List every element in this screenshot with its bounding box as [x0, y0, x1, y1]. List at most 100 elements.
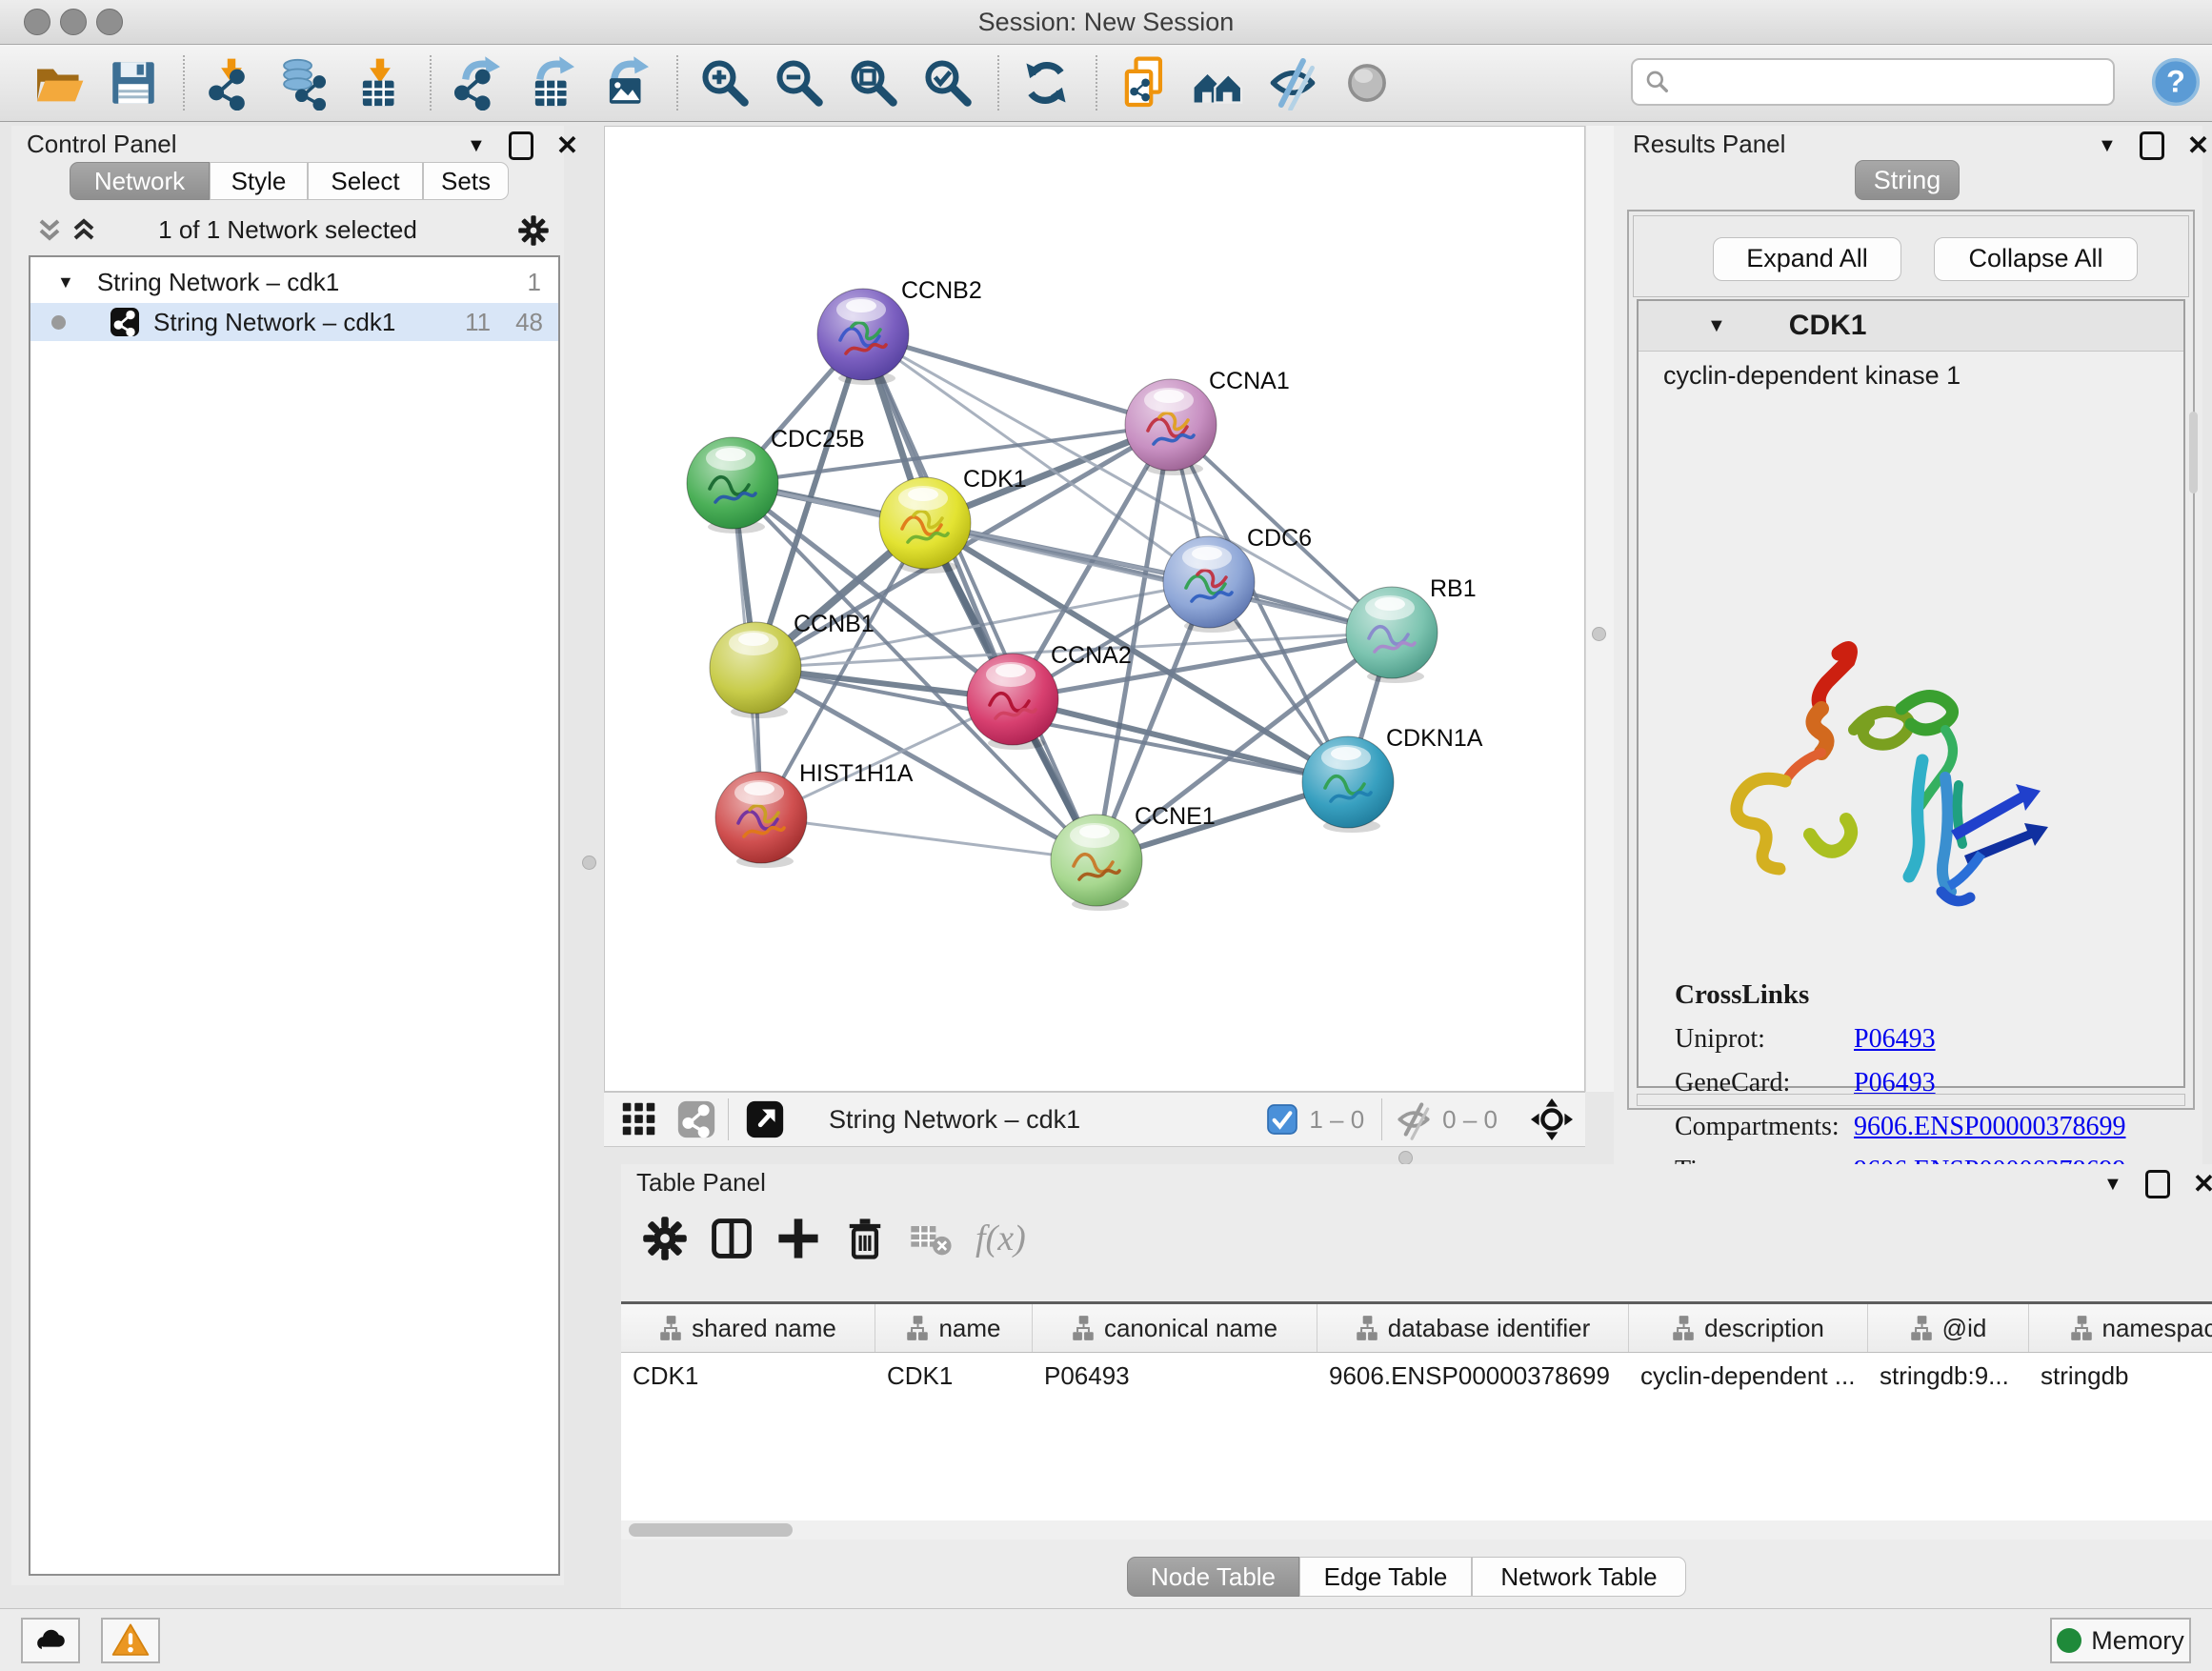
zoom-selected-icon[interactable] — [917, 52, 978, 113]
options-gear-icon[interactable] — [516, 213, 551, 248]
tab-edge-table[interactable]: Edge Table — [1299, 1557, 1472, 1597]
column-header--id[interactable]: @id — [1868, 1304, 2029, 1352]
panel-collapse-icon[interactable]: ▼ — [467, 135, 486, 157]
node-CCNA2[interactable]: CCNA2 — [967, 642, 1132, 750]
node-CDC6[interactable]: CDC6 — [1163, 525, 1312, 633]
toolbar-separator — [183, 55, 186, 111]
cell-shared-name[interactable]: CDK1 — [621, 1361, 875, 1391]
table-gear-icon[interactable] — [640, 1214, 690, 1263]
network-canvas[interactable]: CCNB2CCNA1CDC25BCDK1CDC6RB1CCNB1CCNA2CDK… — [604, 126, 1585, 1092]
panel-collapse-icon[interactable]: ▼ — [2098, 135, 2117, 157]
panel-close-icon[interactable]: ✕ — [2187, 134, 2209, 157]
node-HIST1H1A[interactable]: HIST1H1A — [715, 760, 914, 868]
warning-button[interactable] — [101, 1618, 160, 1663]
tab-string[interactable]: String — [1855, 160, 1960, 200]
panel-close-icon[interactable]: ✕ — [2193, 1173, 2212, 1196]
scrollbar-thumb[interactable] — [629, 1523, 793, 1537]
tab-sets[interactable]: Sets — [423, 162, 509, 200]
panel-float-icon[interactable] — [2145, 1170, 2170, 1198]
add-column-icon[interactable] — [774, 1214, 823, 1263]
collapse-all-button[interactable]: Collapse All — [1934, 237, 2138, 281]
export-image-icon[interactable] — [596, 52, 657, 113]
import-network-file-icon[interactable] — [201, 52, 262, 113]
tree-expand-icon[interactable]: ▼ — [57, 272, 74, 292]
panel-collapse-icon[interactable]: ▼ — [2103, 1174, 2122, 1196]
splitter-handle[interactable] — [1398, 1151, 1413, 1165]
expand-all-button[interactable]: Expand All — [1713, 237, 1901, 281]
export-table-icon[interactable] — [522, 52, 583, 113]
delete-column-icon[interactable] — [840, 1214, 890, 1263]
gray-ball-icon[interactable] — [1337, 52, 1398, 113]
node-CCNB1[interactable]: CCNB1 — [710, 611, 875, 718]
tab-select[interactable]: Select — [308, 162, 423, 200]
control-panel-title: Control Panel — [27, 130, 177, 159]
column-header-description[interactable]: description — [1629, 1304, 1868, 1352]
table-hscrollbar[interactable] — [621, 1520, 2212, 1540]
crosshair-icon[interactable] — [1530, 1097, 1574, 1141]
crosslink-link[interactable]: P06493 — [1854, 1024, 1936, 1055]
crosslink-link[interactable]: 9606.ENSP00000378699 — [1854, 1112, 2125, 1142]
toolbar-separator — [430, 55, 432, 111]
column-header-database-identifier[interactable]: database identifier — [1317, 1304, 1629, 1352]
birdseye-grid-icon[interactable] — [617, 1097, 661, 1141]
tab-style[interactable]: Style — [210, 162, 308, 200]
cell--id[interactable]: stringdb:9... — [1868, 1361, 2029, 1391]
memory-button[interactable]: Memory — [2050, 1618, 2191, 1663]
network-collection-row[interactable]: ▼ String Network – cdk1 1 — [30, 261, 558, 303]
panel-float-icon[interactable] — [2140, 131, 2164, 160]
help-button[interactable]: ? — [2149, 55, 2202, 109]
edge-ccnb2-ccna1[interactable] — [863, 334, 1171, 425]
open-session-icon[interactable] — [29, 52, 90, 113]
network-status-dot-icon — [51, 315, 66, 330]
panel-close-icon[interactable]: ✕ — [556, 134, 578, 157]
node-table: shared namenamecanonical namedatabase id… — [621, 1301, 2212, 1521]
splitter-handle[interactable] — [582, 856, 596, 870]
splitter-handle[interactable] — [1592, 627, 1606, 641]
tab-network-table[interactable]: Network Table — [1472, 1557, 1686, 1597]
show-columns-icon[interactable] — [707, 1214, 756, 1263]
cell-description[interactable]: cyclin-dependent ... — [1629, 1361, 1868, 1391]
zoom-fit-icon[interactable] — [843, 52, 904, 113]
tab-network[interactable]: Network — [70, 162, 210, 200]
export-network-icon[interactable] — [448, 52, 509, 113]
node-CCNE1[interactable]: CCNE1 — [1051, 803, 1216, 911]
column-header-namespac[interactable]: namespac — [2029, 1304, 2212, 1352]
node-CDKN1A[interactable]: CDKN1A — [1302, 725, 1483, 833]
right-splitter[interactable] — [1585, 126, 1615, 1092]
cell-canonical-name[interactable]: P06493 — [1033, 1361, 1317, 1391]
cloud-button[interactable] — [21, 1618, 80, 1663]
column-header-canonical-name[interactable]: canonical name — [1033, 1304, 1317, 1352]
network-graph[interactable]: CCNB2CCNA1CDC25BCDK1CDC6RB1CCNB1CCNA2CDK… — [605, 127, 1584, 1091]
refresh-view-icon[interactable] — [1016, 52, 1076, 113]
hide-panel-eye-icon[interactable] — [1262, 52, 1323, 113]
column-header-shared-name[interactable]: shared name — [621, 1304, 875, 1352]
import-table-icon[interactable] — [350, 52, 411, 113]
node-RB1[interactable]: RB1 — [1346, 575, 1477, 683]
selected-checkbox-icon[interactable] — [1263, 1100, 1301, 1138]
table-row[interactable]: CDK1CDK1P064939606.ENSP00000378699cyclin… — [621, 1353, 2212, 1399]
column-header-name[interactable]: name — [875, 1304, 1033, 1352]
entry-gene-name: CDK1 — [1789, 310, 1867, 342]
entry-header[interactable]: ▼ CDK1 — [1639, 301, 2183, 352]
tab-node-table[interactable]: Node Table — [1127, 1557, 1299, 1597]
network-row[interactable]: String Network – cdk1 11 48 — [30, 303, 558, 341]
clone-network-icon[interactable] — [1114, 52, 1175, 113]
save-session-icon[interactable] — [103, 52, 164, 113]
panel-float-icon[interactable] — [509, 131, 533, 160]
cell-database-identifier[interactable]: 9606.ENSP00000378699 — [1317, 1361, 1629, 1391]
network-selection-bar: 1 of 1 Network selected — [11, 210, 564, 252]
open-in-new-window-icon[interactable] — [743, 1097, 787, 1141]
results-scrollbar[interactable] — [2189, 412, 2198, 493]
cell-namespac[interactable]: stringdb — [2029, 1361, 2212, 1391]
zoom-out-icon[interactable] — [769, 52, 830, 113]
entry-collapse-icon[interactable]: ▼ — [1707, 315, 1726, 337]
search-input[interactable] — [1631, 58, 2115, 106]
cell-name[interactable]: CDK1 — [875, 1361, 1033, 1391]
node-CCNB2[interactable]: CCNB2 — [817, 277, 982, 385]
hidden-eye-icon[interactable] — [1393, 1098, 1435, 1140]
import-network-database-icon[interactable] — [275, 52, 336, 113]
zoom-in-icon[interactable] — [694, 52, 755, 113]
edge-ccne1-hist1h1a[interactable] — [761, 817, 1096, 860]
network-badge-gray-icon[interactable] — [674, 1097, 718, 1141]
home-view-icon[interactable] — [1188, 52, 1249, 113]
